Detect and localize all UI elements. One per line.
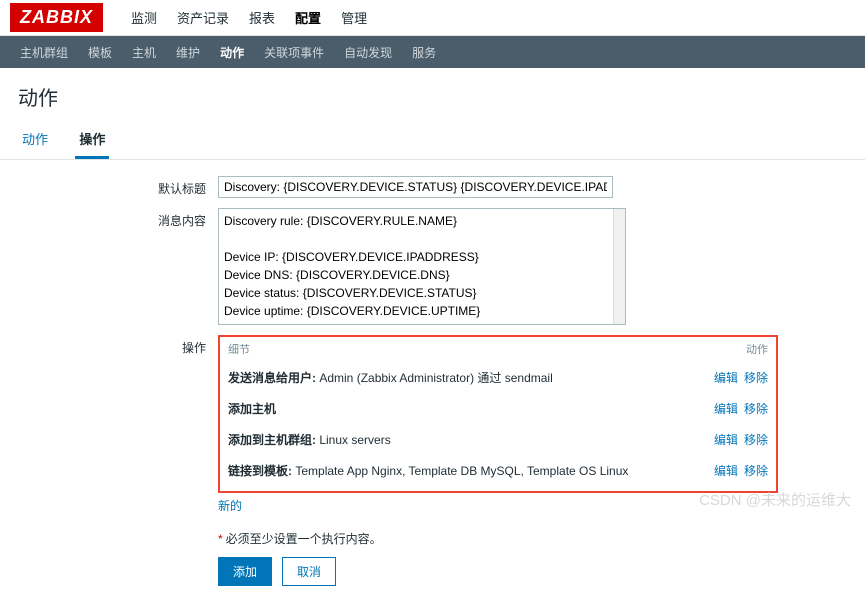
nav-configuration[interactable]: 配置 [295,8,321,27]
op-text: 发送消息给用户: Admin (Zabbix Administrator) 通过… [228,369,553,386]
op-row: 添加到主机群组: Linux servers 编辑移除 [228,425,768,456]
subnav-hostgroups[interactable]: 主机群组 [20,44,68,61]
nav-reports[interactable]: 报表 [249,8,275,27]
op-row: 发送消息给用户: Admin (Zabbix Administrator) 通过… [228,363,768,394]
nav-administration[interactable]: 管理 [341,8,367,27]
subnav-correlation[interactable]: 关联项事件 [264,44,324,61]
add-button[interactable]: 添加 [218,557,272,586]
label-message-content: 消息内容 [18,208,218,325]
label-default-title: 默认标题 [18,176,218,198]
cancel-button[interactable]: 取消 [282,557,336,586]
form-area: 默认标题 消息内容 Discovery rule: {DISCOVERY.RUL… [0,160,865,616]
op-edit-link[interactable]: 编辑 [714,464,738,478]
op-remove-link[interactable]: 移除 [744,464,768,478]
op-edit-link[interactable]: 编辑 [714,402,738,416]
operations-box: 细节 动作 发送消息给用户: Admin (Zabbix Administrat… [218,335,778,493]
top-nav: ZABBIX 监测 资产记录 报表 配置 管理 [0,0,865,36]
op-edit-link[interactable]: 编辑 [714,371,738,385]
op-text: 链接到模板: Template App Nginx, Template DB M… [228,462,628,479]
scrollbar[interactable] [613,209,625,324]
ops-header-detail: 细节 [228,341,250,357]
op-remove-link[interactable]: 移除 [744,371,768,385]
subnav-actions[interactable]: 动作 [220,44,244,61]
ops-header-actions: 动作 [746,341,768,357]
tab-operations[interactable]: 操作 [75,121,109,159]
subnav-discovery[interactable]: 自动发现 [344,44,392,61]
op-text: 添加到主机群组: Linux servers [228,431,391,448]
message-content-textarea[interactable]: Discovery rule: {DISCOVERY.RULE.NAME} De… [219,209,613,324]
op-remove-link[interactable]: 移除 [744,402,768,416]
tab-action[interactable]: 动作 [18,121,52,156]
label-operations: 操作 [18,335,218,516]
op-remove-link[interactable]: 移除 [744,433,768,447]
op-text: 添加主机 [228,400,276,417]
default-title-input[interactable] [218,176,613,198]
sub-nav: 主机群组 模板 主机 维护 动作 关联项事件 自动发现 服务 [0,36,865,68]
subnav-hosts[interactable]: 主机 [132,44,156,61]
op-edit-link[interactable]: 编辑 [714,433,738,447]
page-title: 动作 [0,68,865,121]
tabs: 动作 操作 [0,121,865,160]
nav-inventory[interactable]: 资产记录 [177,8,229,27]
subnav-maintenance[interactable]: 维护 [176,44,200,61]
op-row: 链接到模板: Template App Nginx, Template DB M… [228,456,768,487]
hint-text: *必须至少设置一个执行内容。 [218,526,778,547]
nav-monitoring[interactable]: 监测 [131,8,157,27]
op-row: 添加主机 编辑移除 [228,394,768,425]
subnav-templates[interactable]: 模板 [88,44,112,61]
logo: ZABBIX [10,3,103,32]
subnav-services[interactable]: 服务 [412,44,436,61]
op-new-link[interactable]: 新的 [218,499,242,513]
